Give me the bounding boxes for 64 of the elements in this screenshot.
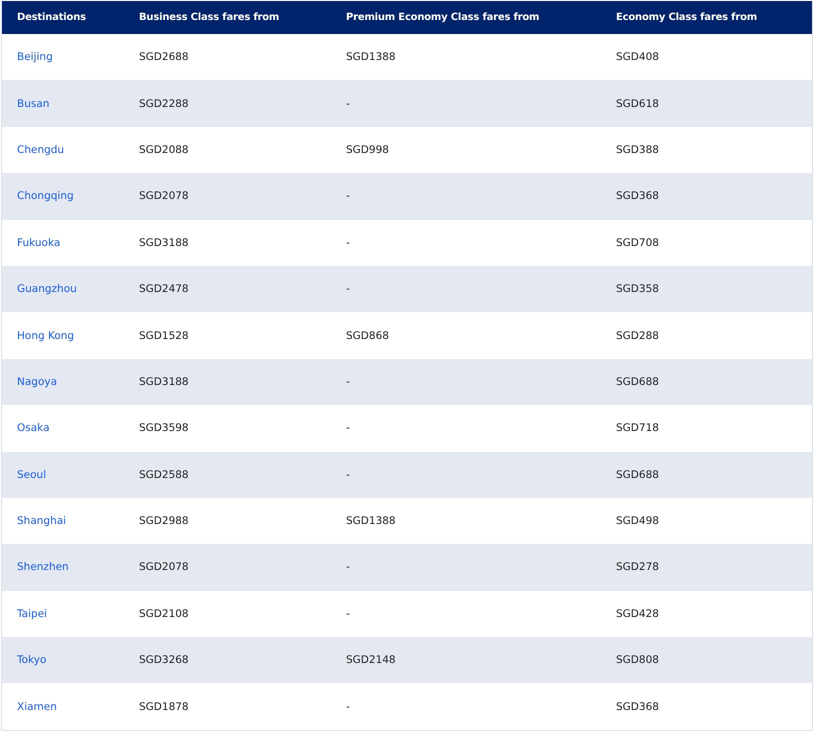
- fare-text: SGD1388: [346, 51, 396, 64]
- fare-text: SGD368: [616, 700, 659, 713]
- fare-text: SGD358: [616, 283, 659, 296]
- fare-text: SGD2688: [139, 51, 189, 64]
- destination-link[interactable]: Busan: [17, 98, 50, 110]
- fare-text: SGD2588: [139, 468, 189, 481]
- fare-text: SGD388: [616, 144, 659, 156]
- fare-text: SGD2078: [139, 190, 189, 202]
- fare-text: SGD2108: [139, 608, 189, 620]
- fare-text: SGD3188: [139, 236, 189, 249]
- fare-text: SGD3188: [139, 376, 189, 388]
- fare-text: -: [346, 608, 350, 620]
- fare-text: SGD278: [616, 561, 659, 574]
- destination-link[interactable]: Taipei: [17, 608, 48, 620]
- destination-link[interactable]: Chengdu: [17, 144, 64, 156]
- fare-text: SGD368: [616, 190, 659, 202]
- fare-text: SGD2148: [346, 654, 396, 666]
- fare-text: SGD2478: [139, 283, 189, 296]
- fare-text: -: [346, 236, 350, 249]
- destination-link[interactable]: Tokyo: [17, 654, 46, 666]
- fare-text: -: [346, 422, 350, 434]
- fare-text: SGD808: [616, 654, 659, 666]
- fare-text: -: [346, 376, 350, 388]
- fare-text: SGD868: [346, 330, 389, 342]
- fare-text: SGD3268: [139, 654, 189, 666]
- destination-link[interactable]: Beijing: [17, 51, 53, 64]
- destination-link[interactable]: Xiamen: [17, 700, 57, 713]
- fare-text: -: [346, 561, 350, 574]
- fare-text: SGD708: [616, 236, 659, 249]
- fare-text: SGD2288: [139, 98, 189, 110]
- fare-text: -: [346, 190, 350, 202]
- destination-link[interactable]: Guangzhou: [17, 283, 77, 296]
- fare-text: -: [346, 283, 350, 296]
- fare-text: SGD688: [616, 468, 659, 481]
- destination-link[interactable]: Fukuoka: [17, 236, 60, 249]
- column-header: Premium Economy Class fares from: [331, 1, 601, 34]
- fare-text: SGD998: [346, 144, 389, 156]
- fare-text: SGD288: [616, 330, 659, 342]
- fare-text: SGD618: [616, 98, 659, 110]
- fare-text: SGD498: [616, 515, 659, 528]
- destination-link[interactable]: Osaka: [17, 422, 50, 434]
- destination-link[interactable]: Chongqing: [17, 190, 74, 202]
- fare-text: SGD428: [616, 608, 659, 620]
- fare-text: -: [346, 468, 350, 481]
- fare-text: SGD2988: [139, 515, 189, 528]
- column-header: Economy Class fares from: [601, 1, 812, 34]
- fare-text: SGD408: [616, 51, 659, 64]
- destination-link[interactable]: Shanghai: [17, 515, 66, 528]
- fare-text: SGD2088: [139, 144, 189, 156]
- destination-link[interactable]: Seoul: [17, 468, 46, 481]
- fare-text: SGD1388: [346, 515, 396, 528]
- column-header: Destinations: [2, 1, 124, 34]
- fare-text: SGD1878: [139, 700, 189, 713]
- fare-text: SGD2078: [139, 561, 189, 574]
- destination-link[interactable]: Shenzhen: [17, 561, 69, 574]
- fare-text: SGD688: [616, 376, 659, 388]
- fare-text: -: [346, 98, 350, 110]
- column-header: Business Class fares from: [124, 1, 331, 34]
- fare-text: SGD718: [616, 422, 659, 434]
- fare-text: SGD1528: [139, 330, 189, 342]
- fare-text: SGD3598: [139, 422, 189, 434]
- destination-link[interactable]: Hong Kong: [17, 330, 74, 342]
- destination-link[interactable]: Nagoya: [17, 376, 58, 388]
- fare-text: -: [346, 700, 350, 713]
